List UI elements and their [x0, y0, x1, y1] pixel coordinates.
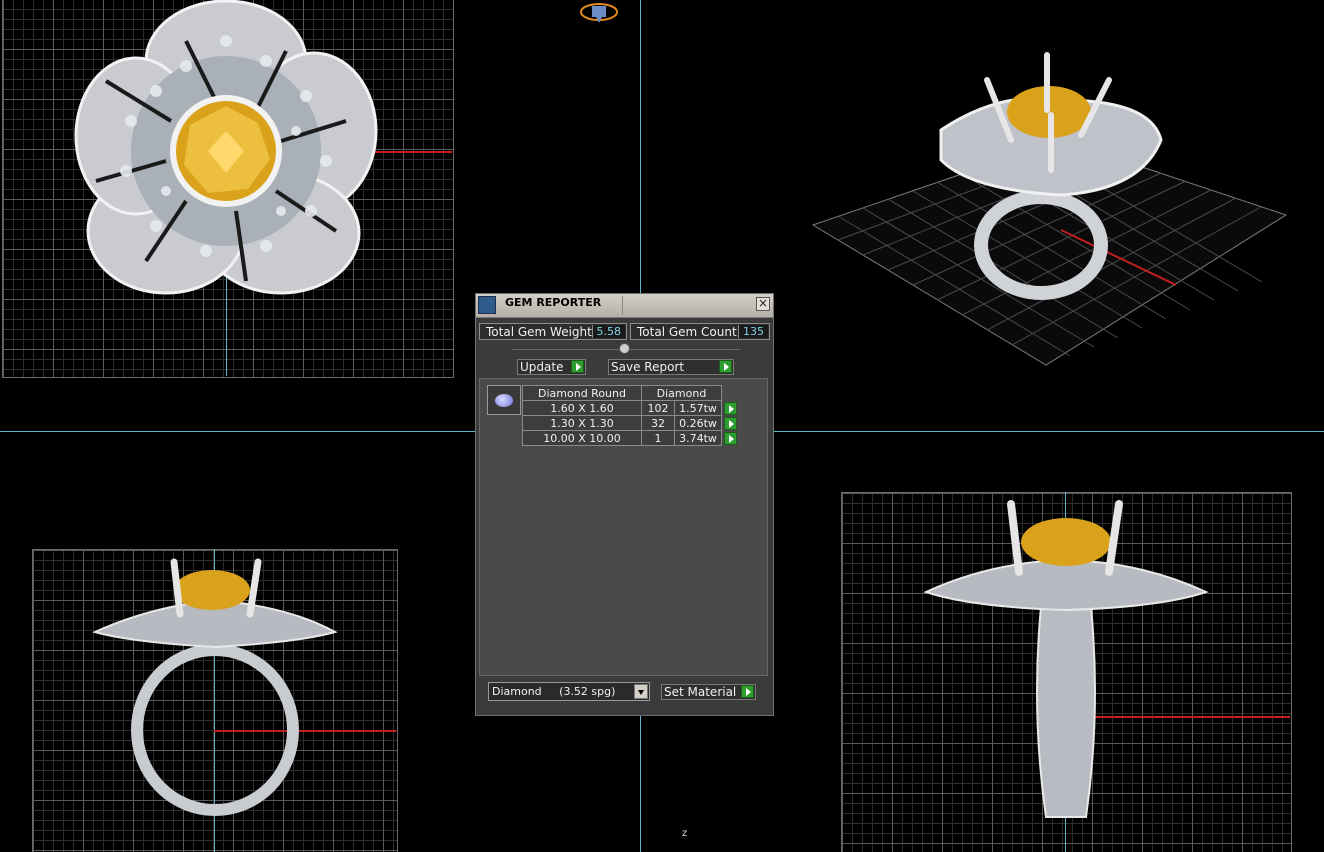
total-gem-weight: Total Gem Weight 5.58	[479, 323, 627, 340]
gem-table: Diamond Round Diamond 1.60 X 1.60 102 1.…	[522, 385, 739, 446]
go-arrow-icon	[741, 685, 754, 698]
gem-reporter-window[interactable]: GEM REPORTER × Total Gem Weight 5.58 Tot…	[475, 293, 774, 716]
gem-preview-icon[interactable]	[487, 385, 521, 415]
total-gem-weight-value: 5.58	[591, 325, 625, 338]
go-arrow-icon	[719, 360, 732, 373]
table-row: 1.60 X 1.60 102 1.57tw	[522, 400, 739, 416]
titlebar-separator	[622, 296, 623, 315]
row-weight: 1.57tw	[674, 400, 722, 416]
row-weight: 0.26tw	[674, 415, 722, 431]
total-gem-count-label: Total Gem Count	[637, 325, 737, 339]
gem-reporter-app-icon	[478, 296, 496, 314]
update-button[interactable]: Update	[517, 359, 586, 375]
dropdown-arrow-icon[interactable]	[634, 684, 648, 699]
splitter-handle[interactable]	[619, 343, 630, 354]
viewcube-icon[interactable]	[580, 2, 620, 26]
row-size: 1.60 X 1.60	[522, 400, 642, 416]
row-count: 102	[641, 400, 675, 416]
save-report-button[interactable]: Save Report	[608, 359, 734, 375]
total-gem-count: Total Gem Count 135	[630, 323, 770, 340]
update-button-label: Update	[520, 360, 564, 374]
select-row-button[interactable]	[724, 431, 737, 445]
close-icon[interactable]: ×	[756, 297, 770, 311]
total-gem-weight-label: Total Gem Weight	[486, 325, 592, 339]
header-material: Diamond	[641, 385, 722, 401]
row-size: 10.00 X 10.00	[522, 430, 642, 446]
header-shape: Diamond Round	[522, 385, 642, 401]
go-arrow-icon	[571, 360, 584, 373]
select-row-button[interactable]	[724, 401, 737, 415]
row-size: 1.30 X 1.30	[522, 415, 642, 431]
row-count: 1	[641, 430, 675, 446]
material-select-value: Diamond (3.52 spg)	[492, 685, 616, 698]
set-material-button-label: Set Material	[664, 685, 737, 699]
table-row: 10.00 X 10.00 1 3.74tw	[522, 430, 739, 446]
table-row: 1.30 X 1.30 32 0.26tw	[522, 415, 739, 431]
row-weight: 3.74tw	[674, 430, 722, 446]
save-report-button-label: Save Report	[611, 360, 685, 374]
gem-list-area: Diamond Round Diamond 1.60 X 1.60 102 1.…	[479, 378, 768, 676]
window-title: GEM REPORTER	[505, 296, 602, 309]
select-row-button[interactable]	[724, 416, 737, 430]
total-gem-count-value: 135	[738, 325, 768, 338]
set-material-button[interactable]: Set Material	[661, 684, 756, 700]
material-select[interactable]: Diamond (3.52 spg)	[488, 682, 650, 701]
axis-z-label: z	[682, 828, 688, 839]
row-count: 32	[641, 415, 675, 431]
titlebar[interactable]: GEM REPORTER ×	[476, 294, 773, 318]
